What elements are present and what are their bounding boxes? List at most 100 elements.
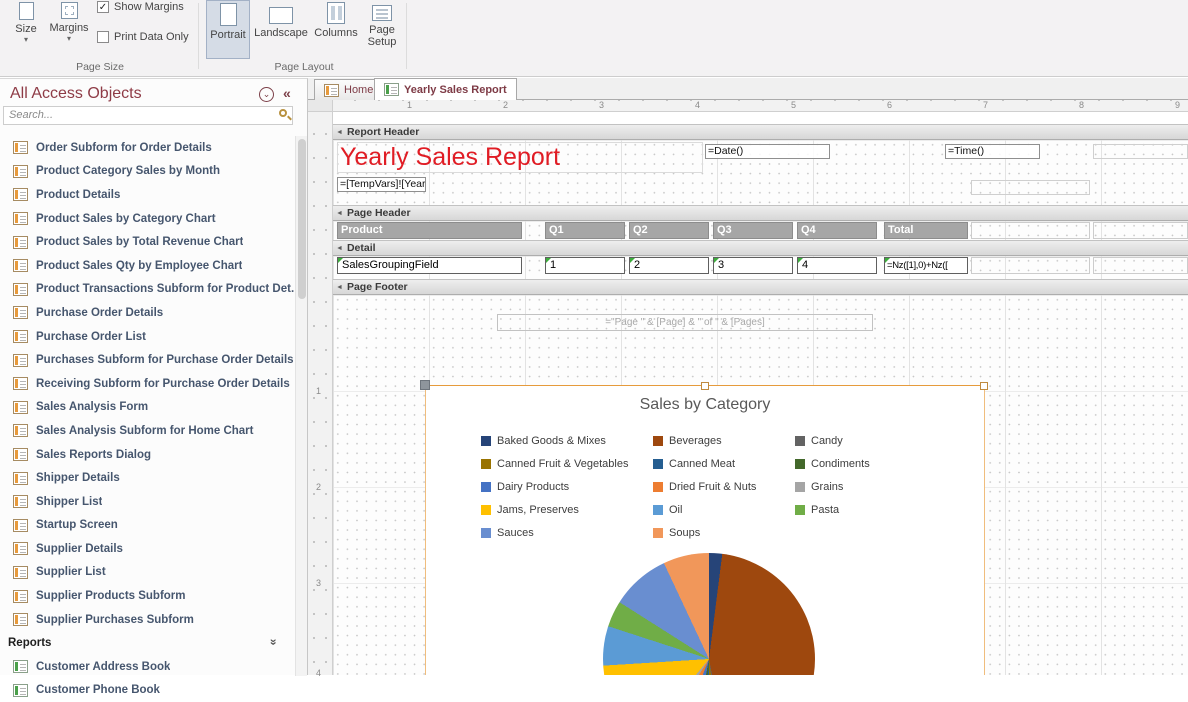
list-item[interactable]: Receiving Subform for Purchase Order Det… <box>0 372 294 396</box>
print-data-only-checkbox[interactable]: Print Data Only <box>97 31 189 43</box>
list-item[interactable]: Sales Analysis Subform for Home Chart <box>0 419 294 443</box>
page-footer-section-bar[interactable]: ◄ Page Footer <box>333 279 1188 295</box>
form-icon <box>13 354 28 367</box>
resize-handle[interactable] <box>980 382 988 390</box>
nav-pane-menu-button[interactable]: ⌄ <box>259 87 274 102</box>
list-item[interactable]: Purchase Order Details <box>0 301 294 325</box>
list-item[interactable]: Purchases Subform for Purchase Order Det… <box>0 348 294 372</box>
reports-group-header[interactable]: Reports« <box>0 631 294 655</box>
columns-button[interactable]: Columns <box>312 0 360 59</box>
list-item-label: Startup Screen <box>36 519 118 531</box>
form-icon <box>324 84 339 97</box>
legend-item: Oil <box>653 503 795 517</box>
show-margins-checkbox[interactable]: ✓ Show Margins <box>97 1 184 13</box>
list-item[interactable]: Startup Screen <box>0 514 294 538</box>
empty-cell[interactable] <box>971 222 1090 239</box>
page-setup-button[interactable]: Page Setup <box>362 0 402 59</box>
report-design-canvas[interactable]: ◄ Report Header Yearly Sales Report =Dat… <box>333 112 1188 675</box>
list-item[interactable]: Product Transactions Subform for Product… <box>0 278 294 302</box>
empty-cell[interactable] <box>971 257 1090 274</box>
detail-section-bar[interactable]: ◄ Detail <box>333 240 1188 256</box>
design-area: Home Yearly Sales Report 123456789 1234 … <box>308 78 1188 675</box>
empty-cell[interactable] <box>1093 257 1188 274</box>
collapse-group-icon[interactable]: « <box>266 639 280 646</box>
list-item-label: Purchase Order Details <box>36 307 163 319</box>
column-header-label[interactable]: Q2 <box>629 222 709 239</box>
legend-item: Dried Fruit & Nuts <box>653 480 795 494</box>
list-item[interactable]: Order Subform for Order Details <box>0 136 294 160</box>
empty-textbox[interactable] <box>1093 144 1188 159</box>
detail-textbox[interactable]: 2 <box>629 257 709 274</box>
detail-section[interactable]: SalesGroupingField 1234 =Nz([1],0)+Nz([ <box>333 256 1188 279</box>
list-item[interactable]: Purchase Order List <box>0 325 294 349</box>
move-handle[interactable] <box>420 380 430 390</box>
form-icon <box>13 401 28 414</box>
detail-textbox[interactable]: 4 <box>797 257 877 274</box>
column-header-label[interactable]: Q3 <box>713 222 793 239</box>
pie-chart <box>603 553 815 675</box>
detail-textbox[interactable]: =Nz([1],0)+Nz([ <box>884 257 968 274</box>
page-layout-group-label: Page Layout <box>205 61 403 73</box>
detail-textbox[interactable]: 3 <box>713 257 793 274</box>
list-item[interactable]: Product Category Sales by Month <box>0 160 294 184</box>
page-footer-section[interactable]: ="Page " & [Page] & " of " & [Pages] Sal… <box>333 295 1188 675</box>
list-item[interactable]: Supplier Purchases Subform <box>0 608 294 632</box>
tempvars-year-textbox[interactable]: =[TempVars]![Year <box>337 177 426 192</box>
portrait-button[interactable]: Portrait <box>206 0 250 59</box>
page-header-section-bar[interactable]: ◄ Page Header <box>333 205 1188 221</box>
search-input[interactable] <box>3 106 293 125</box>
resize-handle[interactable] <box>701 382 709 390</box>
scrollbar-thumb[interactable] <box>298 139 306 299</box>
form-icon <box>13 590 28 603</box>
list-item[interactable]: Supplier List <box>0 561 294 585</box>
report-header-section[interactable]: Yearly Sales Report =Date() =Time() =[Te… <box>333 140 1188 205</box>
empty-cell[interactable] <box>1093 222 1188 239</box>
detail-textbox[interactable]: SalesGroupingField <box>337 257 522 274</box>
page-header-section[interactable]: Product Q1Q2Q3Q4 Total <box>333 221 1188 240</box>
list-item[interactable]: Product Sales Qty by Employee Chart <box>0 254 294 278</box>
list-item[interactable]: Supplier Products Subform <box>0 584 294 608</box>
column-header-label[interactable]: Q4 <box>797 222 877 239</box>
landscape-page-icon <box>269 7 293 24</box>
list-item[interactable]: Shipper Details <box>0 466 294 490</box>
ruler-number: 4 <box>316 668 321 678</box>
form-icon <box>13 141 28 154</box>
column-header-label[interactable]: Product <box>337 222 522 239</box>
sales-by-category-chart[interactable]: Sales by Category Baked Goods & MixesBev… <box>425 385 985 675</box>
nav-scrollbar[interactable] <box>295 136 307 676</box>
page-number-textbox[interactable]: ="Page " & [Page] & " of " & [Pages] <box>497 314 873 331</box>
column-header-label[interactable]: Total <box>884 222 968 239</box>
list-item[interactable]: Sales Analysis Form <box>0 396 294 420</box>
page-header-section-label: Page Header <box>347 207 411 219</box>
list-item-label: Product Sales by Category Chart <box>36 213 216 225</box>
time-textbox[interactable]: =Time() <box>945 144 1040 159</box>
report-title-textbox[interactable]: Yearly Sales Report <box>337 142 703 173</box>
vertical-ruler[interactable]: 1234 <box>308 112 333 675</box>
tab-home[interactable]: Home <box>314 79 383 100</box>
legend-item: Grains <box>795 480 945 494</box>
column-header-label[interactable]: Q1 <box>545 222 625 239</box>
tab-yearly-sales-report[interactable]: Yearly Sales Report <box>374 78 517 100</box>
form-icon <box>13 236 28 249</box>
form-icon <box>13 424 28 437</box>
list-item[interactable]: Customer Address Book <box>0 655 294 679</box>
list-item[interactable]: Supplier Details <box>0 537 294 561</box>
report-header-section-bar[interactable]: ◄ Report Header <box>333 124 1188 140</box>
empty-textbox[interactable] <box>971 180 1090 195</box>
landscape-button[interactable]: Landscape <box>252 0 310 59</box>
list-item[interactable]: Product Sales by Category Chart <box>0 207 294 231</box>
horizontal-ruler[interactable]: 123456789 <box>333 100 1188 112</box>
size-button[interactable]: Size ▾ <box>8 0 44 59</box>
list-item[interactable]: Shipper List <box>0 490 294 514</box>
date-textbox[interactable]: =Date() <box>705 144 830 159</box>
columns-icon <box>327 2 345 24</box>
legend-item: Soups <box>653 526 795 540</box>
list-item[interactable]: Customer Phone Book <box>0 679 294 702</box>
list-item[interactable]: Product Details <box>0 183 294 207</box>
shutter-bar-close-button[interactable]: « <box>283 85 291 101</box>
list-item-label: Shipper List <box>36 496 102 508</box>
list-item[interactable]: Sales Reports Dialog <box>0 443 294 467</box>
margins-button[interactable]: Margins ▾ <box>46 0 92 59</box>
list-item[interactable]: Product Sales by Total Revenue Chart <box>0 230 294 254</box>
detail-textbox[interactable]: 1 <box>545 257 625 274</box>
